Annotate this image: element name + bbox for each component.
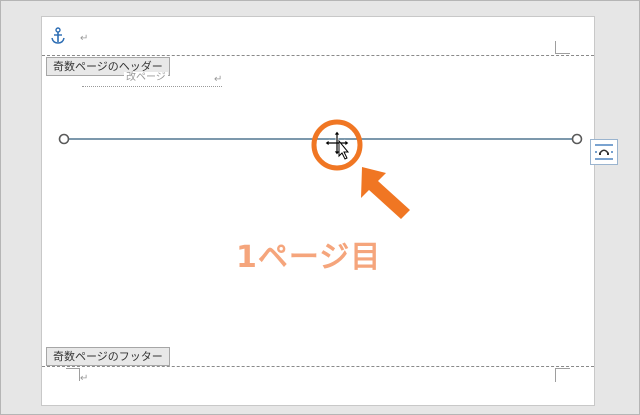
line-start-handle[interactable]	[58, 133, 70, 145]
drawing-layer	[58, 119, 583, 219]
line-end-handle[interactable]	[571, 133, 583, 145]
layout-options-button[interactable]	[590, 139, 618, 165]
pointer-arrow	[361, 167, 410, 219]
move-cursor-icon	[324, 130, 350, 160]
page-caption: 1ページ目	[236, 240, 382, 275]
layout-options-icon	[595, 144, 613, 160]
